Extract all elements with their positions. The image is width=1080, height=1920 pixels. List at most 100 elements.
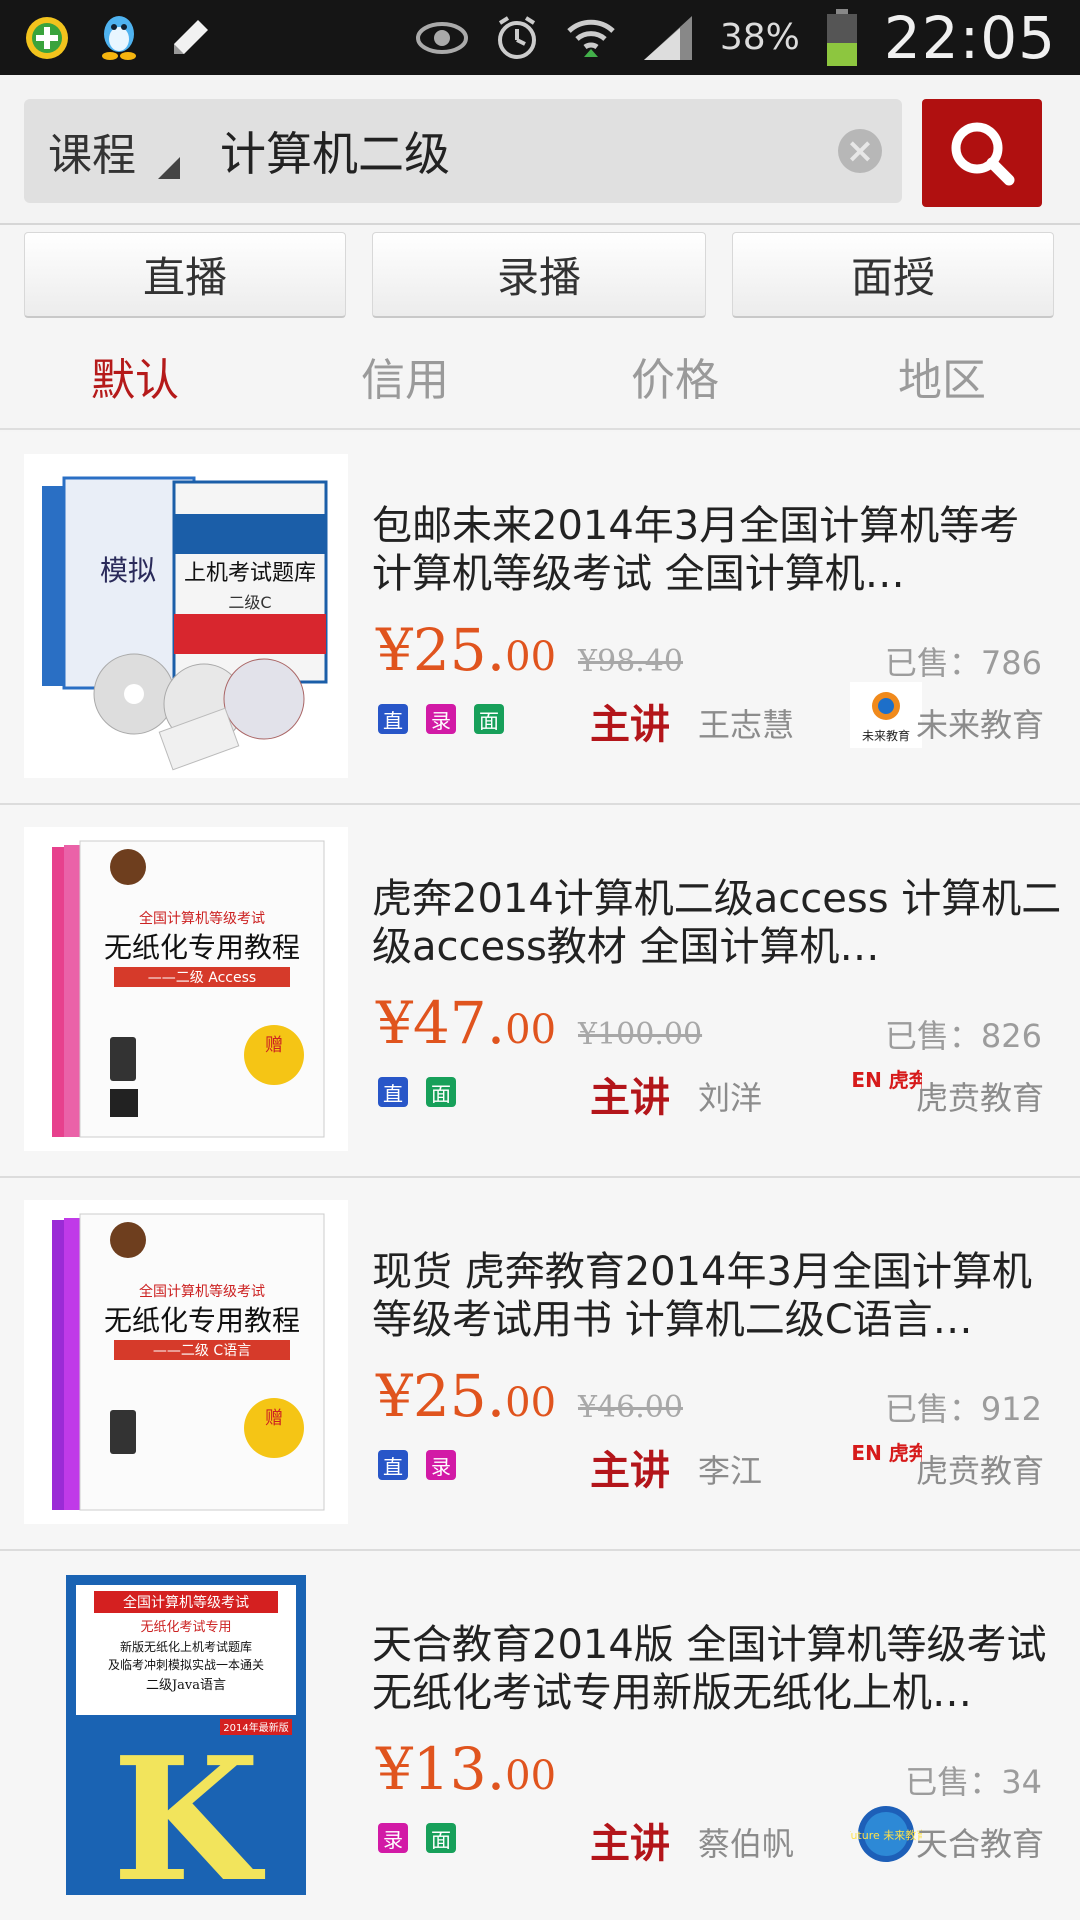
cover-title-2: 上机考试题库 [184,561,316,586]
product-title[interactable]: 天合教育2014版 全国计算机等级考试 无纸化考试专用新版无纸化上机… [372,1621,1062,1731]
badge-recorded: 录 [426,1450,456,1480]
battery-icon [826,8,858,67]
cover-line-2: 无纸化考试专用 [140,1620,231,1635]
search-box: 课程 × [24,99,902,203]
teacher-label: 主讲 [590,1448,670,1494]
teacher-name: 王志慧 [698,706,795,744]
product-thumbnail[interactable]: 模拟 上机考试题库 二级C [24,454,348,778]
book-cover-image: 全国计算机等级考试 无纸化专用教程 ——二级 C语言 赠 [24,1200,348,1524]
pencil-icon [168,16,212,60]
teacher-name: 李江 [698,1452,763,1490]
mode-badges: 直 录 [378,1450,456,1480]
price: ¥25.00 [376,616,556,684]
sold-count: 已售：786 [884,644,1042,682]
org-name[interactable]: 虎贲教育 [916,1073,1044,1119]
tab-credit[interactable]: 信用 [305,344,505,414]
price-integer: ¥25. [376,616,506,684]
status-bar: 38% 22:05 [0,0,1080,75]
book-cover-image: 全国计算机等级考试 无纸化考试专用 新版无纸化上机考试题库 及临考冲刺模拟实战一… [66,1575,306,1897]
cover-title: 无纸化专用教程 [104,1304,300,1337]
add-app-icon [24,15,70,61]
clear-icon[interactable]: × [838,129,882,173]
org-name[interactable]: 虎贲教育 [916,1446,1044,1492]
product-item[interactable]: 模拟 上机考试题库 二级C 包邮未来2014年3月全国计算机等考 计算机等级考试… [0,432,1080,805]
badge-live: 直 [378,704,408,734]
product-title[interactable]: 虎奔2014计算机二级access 计算机二级access教材 全国计算机… [372,875,1062,985]
tab-price[interactable]: 价格 [575,344,775,414]
clock: 22:05 [883,3,1056,72]
search-input[interactable] [220,111,820,191]
cover-line-5: 二级Java语言 [146,1678,226,1693]
org-logo: 未来教育 [850,682,922,748]
teacher-name: 刘洋 [698,1079,763,1117]
search-header: 课程 × [0,75,1080,225]
mode-recorded-button[interactable]: 录播 [372,232,706,318]
mode-live-button[interactable]: 直播 [24,232,346,318]
cover-subtitle: 二级C [228,593,271,612]
price: ¥13.00 [376,1735,556,1803]
org-name[interactable]: 未来教育 [916,700,1044,746]
original-price: ¥98.40 [578,644,683,679]
badge-live: 直 [378,1450,408,1480]
sold-count: 已售：912 [884,1390,1042,1428]
sort-tabs: 默认 信用 价格 地区 [0,330,1080,430]
cover-title-1: 模拟 [100,554,156,587]
org-logo: Future 未来教育 [850,1801,922,1867]
scope-label: 课程 [48,130,136,181]
price-decimal: 00 [505,1380,557,1426]
product-thumbnail[interactable]: 全国计算机等级考试 无纸化专用教程 ——二级 C语言 赠 [24,1200,348,1524]
tab-default[interactable]: 默认 [35,344,235,414]
badge-live: 直 [378,1077,408,1107]
mode-filter-row: 直播 录播 面授 [0,230,1080,322]
teacher-label: 主讲 [590,1821,670,1867]
mode-badges: 直 面 [378,1077,456,1107]
price-integer: ¥25. [376,1362,506,1430]
product-item[interactable]: 全国计算机等级考试 无纸化考试专用 新版无纸化上机考试题库 及临考冲刺模拟实战一… [0,1551,1080,1920]
product-thumbnail[interactable]: 全国计算机等级考试 无纸化专用教程 ——二级 Access 赠 [24,827,348,1151]
mode-badges: 直 录 面 [378,704,504,734]
teacher-label: 主讲 [590,1075,670,1121]
scope-dropdown[interactable]: 课程 [48,99,136,203]
search-icon [951,122,1015,186]
price: ¥25.00 [376,1362,556,1430]
product-title[interactable]: 现货 虎奔教育2014年3月全国计算机等级考试用书 计算机二级C语言… [372,1248,1062,1358]
product-item[interactable]: 全国计算机等级考试 无纸化专用教程 ——二级 Access 赠 虎奔2014计算… [0,805,1080,1178]
price-decimal: 00 [505,1007,557,1053]
alarm-icon [494,15,540,61]
sold-count: 已售：826 [884,1017,1042,1055]
product-thumbnail[interactable]: 全国计算机等级考试 无纸化考试专用 新版无纸化上机考试题库 及临考冲刺模拟实战一… [24,1573,348,1897]
cover-exam-name: 全国计算机等级考试 [139,910,265,927]
product-list: 模拟 上机考试题库 二级C 包邮未来2014年3月全国计算机等考 计算机等级考试… [0,432,1080,1920]
price: ¥47.00 [376,989,556,1057]
org-logo-text: Future 未来教育 [850,1828,922,1842]
cover-subtitle: ——二级 C语言 [153,1343,251,1359]
badge-recorded: 录 [426,704,456,734]
battery-percentage: 38% [719,17,800,58]
badge-onsite: 面 [426,1823,456,1853]
cover-gift: 赠 [265,1035,283,1056]
mode-badges: 录 面 [378,1823,456,1853]
cover-line-3: 新版无纸化上机考试题库 [120,1639,252,1654]
price-integer: ¥47. [376,989,506,1057]
price-integer: ¥13. [376,1735,506,1803]
cover-exam-name: 全国计算机等级考试 [123,1594,249,1611]
org-logo-text: 未来教育 [862,728,910,743]
cover-big-letter: K [112,1720,265,1897]
wifi-icon [566,13,616,63]
book-cover-image: 模拟 上机考试题库 二级C [24,454,348,778]
mode-onsite-button[interactable]: 面授 [732,232,1054,318]
product-item[interactable]: 全国计算机等级考试 无纸化专用教程 ——二级 C语言 赠 现货 虎奔教育2014… [0,1178,1080,1551]
tab-region[interactable]: 地区 [842,344,1042,414]
teacher-label: 主讲 [590,702,670,748]
price-decimal: 00 [505,1753,557,1799]
product-title[interactable]: 包邮未来2014年3月全国计算机等考 计算机等级考试 全国计算机… [372,502,1062,612]
cover-subtitle: ——二级 Access [148,970,256,986]
badge-recorded: 录 [378,1823,408,1853]
search-button[interactable] [922,99,1042,207]
org-name[interactable]: 天合教育 [916,1819,1044,1865]
price-decimal: 00 [505,634,557,680]
dropdown-triangle-icon [158,157,180,179]
sold-count: 已售：34 [905,1763,1042,1801]
teacher-name: 蔡伯帆 [698,1825,795,1863]
org-logo-text: HUBEN 虎奔教育 [850,1441,922,1465]
